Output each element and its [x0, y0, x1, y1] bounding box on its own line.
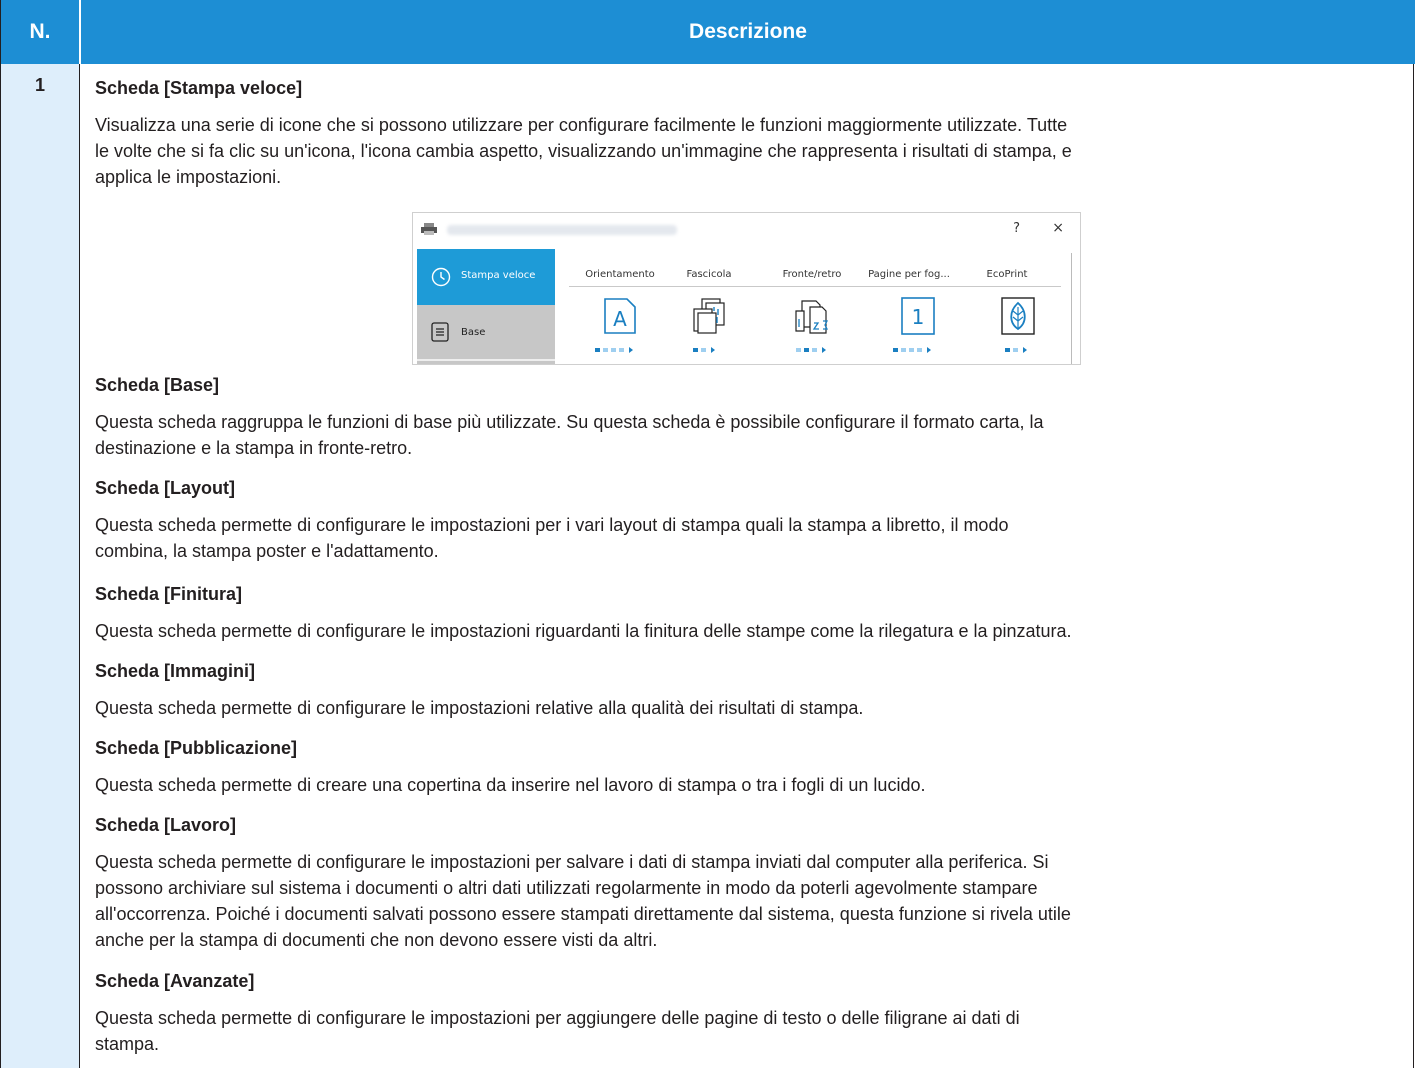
section-text: possono archiviare sul sistema i documen… [95, 878, 1038, 898]
help-button[interactable]: ? [1013, 221, 1020, 236]
quick-print-label: EcoPrint [986, 269, 1028, 280]
section-title: Scheda [Base] [95, 375, 220, 395]
header-number: N. [29, 20, 51, 43]
option-dots[interactable] [693, 347, 723, 353]
quick-print-label: Fronte/retro [782, 269, 842, 280]
row-number: 1 [34, 75, 45, 95]
section-text: Questa scheda permette di configurare le… [95, 852, 1049, 872]
column-divider [79, 64, 80, 1068]
section-title: Scheda [Lavoro] [95, 815, 237, 835]
table-header: N. Descrizione [1, 0, 1415, 64]
dialog-title-blurred [447, 225, 677, 235]
section-text: Questa scheda permette di creare una cop… [95, 775, 926, 795]
quick-print-label: Pagine per fog... [868, 269, 950, 280]
collate-icon[interactable] [690, 297, 728, 335]
description-table: N. Descrizione 1 Scheda [Stampa veloce] … [0, 0, 1415, 1068]
section-text: stampa. [95, 1034, 160, 1054]
section-text: applica le impostazioni. [95, 167, 282, 187]
number-column [1, 64, 79, 1068]
section-text: Questa scheda raggruppa le funzioni di b… [95, 412, 1044, 432]
section-text: Questa scheda permette di configurare le… [95, 1008, 1020, 1028]
dialog-scroll-edge [1071, 253, 1072, 364]
option-dots[interactable] [796, 347, 836, 353]
option-dots[interactable] [1005, 347, 1035, 353]
section-title: Scheda [Pubblicazione] [95, 738, 298, 758]
section-text: combina, la stampa poster e l'adattament… [95, 541, 439, 561]
header-description: Descrizione [689, 20, 807, 43]
document-icon [431, 322, 449, 342]
print-preferences-dialog: ? × Stampa veloce Base Orientamento Fasc… [412, 212, 1081, 365]
section-text: all'occorrenza. Poiché i documenti salva… [95, 904, 1071, 924]
section-text: le volte che si fa clic su un'icona, l'i… [95, 141, 1072, 161]
nav-label: Base [461, 327, 486, 338]
orientation-icon[interactable]: A [601, 297, 639, 335]
quick-print-label: Fascicola [686, 269, 732, 280]
dialog-title-bar: ? × [413, 213, 1080, 249]
section-title: Scheda [Avanzate] [95, 971, 255, 991]
section-title: Scheda [Stampa veloce] [95, 78, 303, 98]
nav-tab-next[interactable] [417, 359, 555, 364]
pages-per-sheet-icon[interactable]: 1 [899, 297, 937, 335]
section-text: Questa scheda permette di configurare le… [95, 621, 1072, 641]
option-dots[interactable] [595, 347, 641, 353]
ecoprint-icon[interactable] [999, 297, 1037, 335]
section-title: Scheda [Immagini] [95, 661, 256, 681]
nav-tab-stampa-veloce[interactable]: Stampa veloce [417, 249, 555, 305]
section-text: destinazione e la stampa in fronte-retro… [95, 438, 413, 458]
section-text: Questa scheda permette di configurare le… [95, 515, 1009, 535]
duplex-icon[interactable] [794, 297, 832, 335]
orientation-letter: A [613, 307, 627, 331]
pages-per-sheet-number: 1 [912, 305, 925, 329]
section-text: Visualizza una serie di icone che si pos… [95, 115, 1068, 135]
quick-print-divider [569, 286, 1061, 287]
option-dots[interactable] [893, 347, 939, 353]
section-title: Scheda [Layout] [95, 478, 236, 498]
section-text: anche per la stampa di documenti che non… [95, 930, 658, 950]
printer-icon [421, 223, 437, 235]
nav-label: Stampa veloce [461, 270, 536, 281]
close-button[interactable]: × [1052, 220, 1064, 236]
nav-tab-base[interactable]: Base [417, 305, 555, 359]
section-text: Questa scheda permette di configurare le… [95, 698, 864, 718]
section-title: Scheda [Finitura] [95, 584, 243, 604]
clock-icon [431, 267, 451, 287]
